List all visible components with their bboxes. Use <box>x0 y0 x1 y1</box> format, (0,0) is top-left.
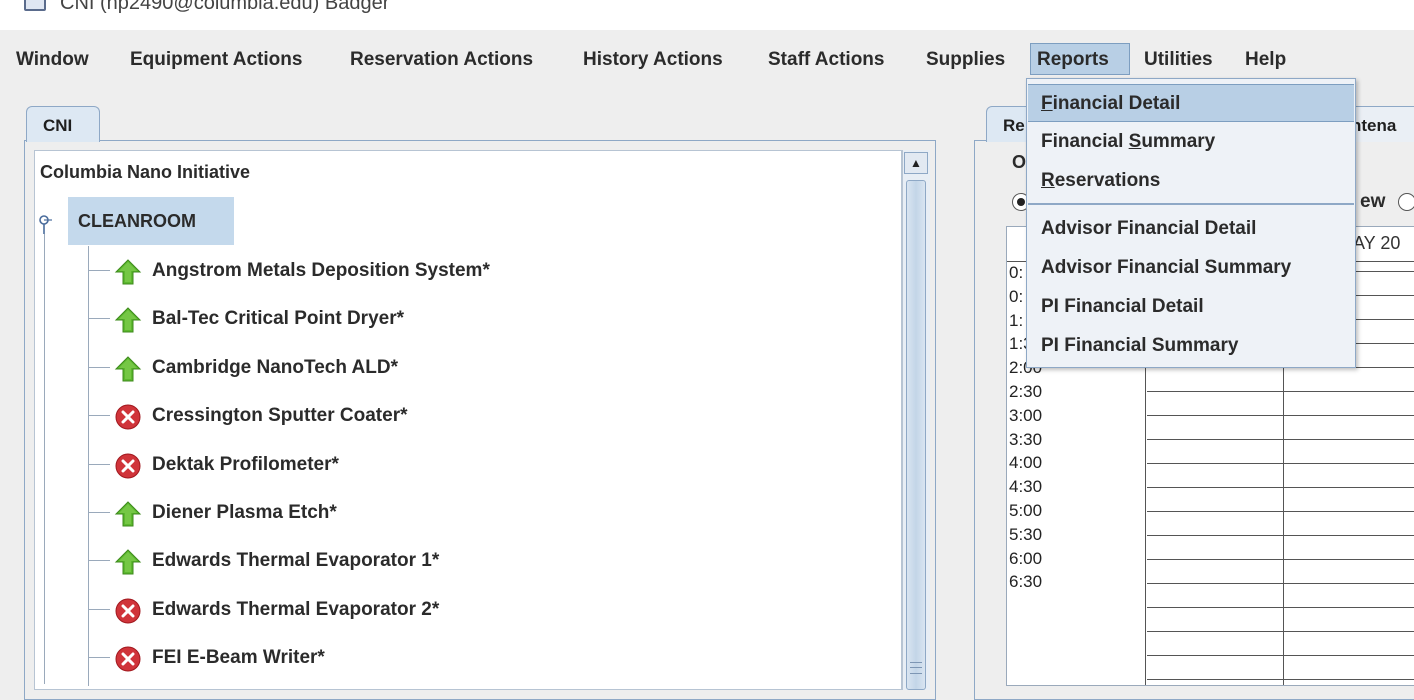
tree-root-label[interactable]: Columbia Nano Initiative <box>40 162 250 183</box>
calendar-time-label: 6:30 <box>1009 572 1043 592</box>
menu-item-text: eservations <box>1054 170 1161 191</box>
calendar-slot-line <box>1147 391 1414 392</box>
green-up-arrow-icon <box>114 500 142 528</box>
red-x-circle-icon <box>114 403 142 431</box>
tab-cni[interactable]: CNI <box>26 106 100 142</box>
menu-item-text: PI Financial Detail <box>1041 296 1204 317</box>
menu-reports[interactable]: Reports <box>1030 43 1130 75</box>
view-radio-label: ew <box>1360 191 1386 212</box>
calendar-slot-line <box>1147 487 1414 488</box>
calendar-time-label: 3:00 <box>1009 405 1043 425</box>
tree-branch-line <box>88 608 110 610</box>
menu-history-actions[interactable]: History Actions <box>583 46 723 74</box>
tree-branch-line <box>88 560 110 562</box>
calendar-slot-line <box>1147 439 1414 440</box>
tree-expand-icon[interactable] <box>36 214 52 234</box>
reports-menu-item[interactable]: PI Financial Detail <box>1028 288 1354 326</box>
tree-child-connector-line <box>88 246 89 686</box>
tree-branch-line <box>88 512 110 513</box>
calendar-slot-line <box>1147 511 1414 512</box>
calendar-time-label: 4:00 <box>1009 453 1043 473</box>
green-up-arrow-icon <box>114 306 142 334</box>
calendar-slot-line <box>1147 559 1414 560</box>
calendar-slot-line <box>1147 583 1414 584</box>
calendar-slot-line <box>1147 415 1414 416</box>
calendar-time-label: 2:30 <box>1009 382 1043 401</box>
calendar-time-label: 3:30 <box>1009 429 1043 449</box>
reports-menu-item[interactable]: Financial Summary <box>1028 123 1354 161</box>
menu-item-text: inancial Detail <box>1052 93 1181 114</box>
calendar-slot-line <box>1147 607 1414 608</box>
red-x-circle-icon <box>114 452 142 480</box>
reports-menu-item[interactable]: Financial Detail <box>1028 84 1354 122</box>
calendar-time-label: 1: <box>1009 310 1024 330</box>
scroll-grip-icon <box>910 662 922 674</box>
calendar-time-label: 5:00 <box>1009 501 1043 520</box>
reports-menu-item[interactable]: PI Financial Summary <box>1028 327 1354 365</box>
menu-supplies[interactable]: Supplies <box>926 46 1005 74</box>
tree-item-label: Dektak Profilometer* <box>152 453 339 475</box>
green-up-arrow-icon <box>114 548 142 576</box>
menu-item-text: Advisor Financial Detail <box>1041 218 1257 239</box>
view-radio-unselected[interactable] <box>1398 193 1414 211</box>
calendar-slot-line <box>1147 655 1414 656</box>
scroll-up-arrow-icon[interactable]: ▲ <box>904 152 928 174</box>
red-x-circle-icon <box>114 645 142 673</box>
app-icon <box>24 0 46 11</box>
menu-separator <box>1028 203 1354 205</box>
options-group-label: O <box>1012 152 1027 172</box>
tree-item-label: Angstrom Metals Deposition System* <box>152 260 490 281</box>
tree-item-label: Cressington Sputter Coater* <box>152 405 408 427</box>
reports-dropdown-menu: Financial Detail Financial Summary Reserva… <box>1026 78 1356 368</box>
tree-branch-line <box>88 463 110 465</box>
red-x-circle-icon <box>114 597 142 625</box>
tab-maintenance-label: ntena <box>1351 116 1397 135</box>
menu-staff-actions[interactable]: Staff Actions <box>768 46 884 74</box>
tree-group-cleanroom[interactable]: CLEANROOM <box>68 197 234 245</box>
menu-reservation-actions[interactable]: Reservation Actions <box>350 46 533 74</box>
window-titlebar: CNI (hp2490@columbia.edu) Badger <box>0 0 1414 30</box>
green-up-arrow-icon <box>114 355 142 383</box>
calendar-slot-line <box>1147 631 1414 632</box>
tree-branch-line <box>88 270 110 271</box>
tree-item-label: FEI E-Beam Writer* <box>152 647 325 669</box>
reports-menu-item[interactable]: Reservations <box>1028 162 1354 200</box>
tree-item-label: Cambridge NanoTech ALD* <box>152 356 398 378</box>
tree-branch-line <box>88 415 110 417</box>
menu-help[interactable]: Help <box>1245 46 1286 74</box>
tree-branch-line <box>88 366 110 368</box>
menu-item-text: PI Financial Summary <box>1041 335 1239 356</box>
calendar-time-label: 0: <box>1009 286 1024 306</box>
calendar-time-label: 0: <box>1009 263 1024 282</box>
calendar-time-label: 4:30 <box>1009 477 1043 497</box>
menu-window[interactable]: Window <box>16 46 89 74</box>
menu-equipment-actions[interactable]: Equipment Actions <box>130 46 302 74</box>
menu-item-mnemonic: R <box>1041 170 1055 191</box>
tree-branch-line <box>88 318 110 320</box>
calendar-day-header: AY 20 <box>1353 233 1401 253</box>
menu-item-text: Advisor Financial Summary <box>1041 257 1292 278</box>
menu-item-text: Financial <box>1041 131 1129 152</box>
tree-item-label: Diener Plasma Etch* <box>152 502 337 523</box>
calendar-time-label: 6:00 <box>1009 548 1043 568</box>
calendar-slot-line <box>1147 535 1414 536</box>
tree-item-label: Edwards Thermal Evaporator 2* <box>152 598 440 620</box>
tab-maintenance[interactable]: ntena <box>1350 106 1414 142</box>
calendar-time-label: 5:30 <box>1009 524 1043 544</box>
menu-item-mnemonic: F <box>1041 93 1053 114</box>
tree-branch-line <box>88 657 110 659</box>
tree-item-label: Bal-Tec Critical Point Dryer* <box>152 308 405 330</box>
tree-item-label: Edwards Thermal Evaporator 1* <box>152 550 440 572</box>
tree-connector-line <box>44 234 45 684</box>
menu-item-mnemonic: S <box>1128 131 1142 152</box>
reports-menu-item[interactable]: Advisor Financial Summary <box>1028 249 1354 287</box>
scroll-thumb[interactable] <box>906 180 926 690</box>
calendar-slot-line <box>1147 679 1414 680</box>
menu-utilities[interactable]: Utilities <box>1144 46 1213 74</box>
menu-item-text: ummary <box>1141 131 1216 152</box>
window-title: CNI (hp2490@columbia.edu) Badger <box>60 0 390 14</box>
green-up-arrow-icon <box>114 258 142 286</box>
reports-menu-item[interactable]: Advisor Financial Detail <box>1028 210 1354 248</box>
calendar-slot-line <box>1147 463 1414 464</box>
